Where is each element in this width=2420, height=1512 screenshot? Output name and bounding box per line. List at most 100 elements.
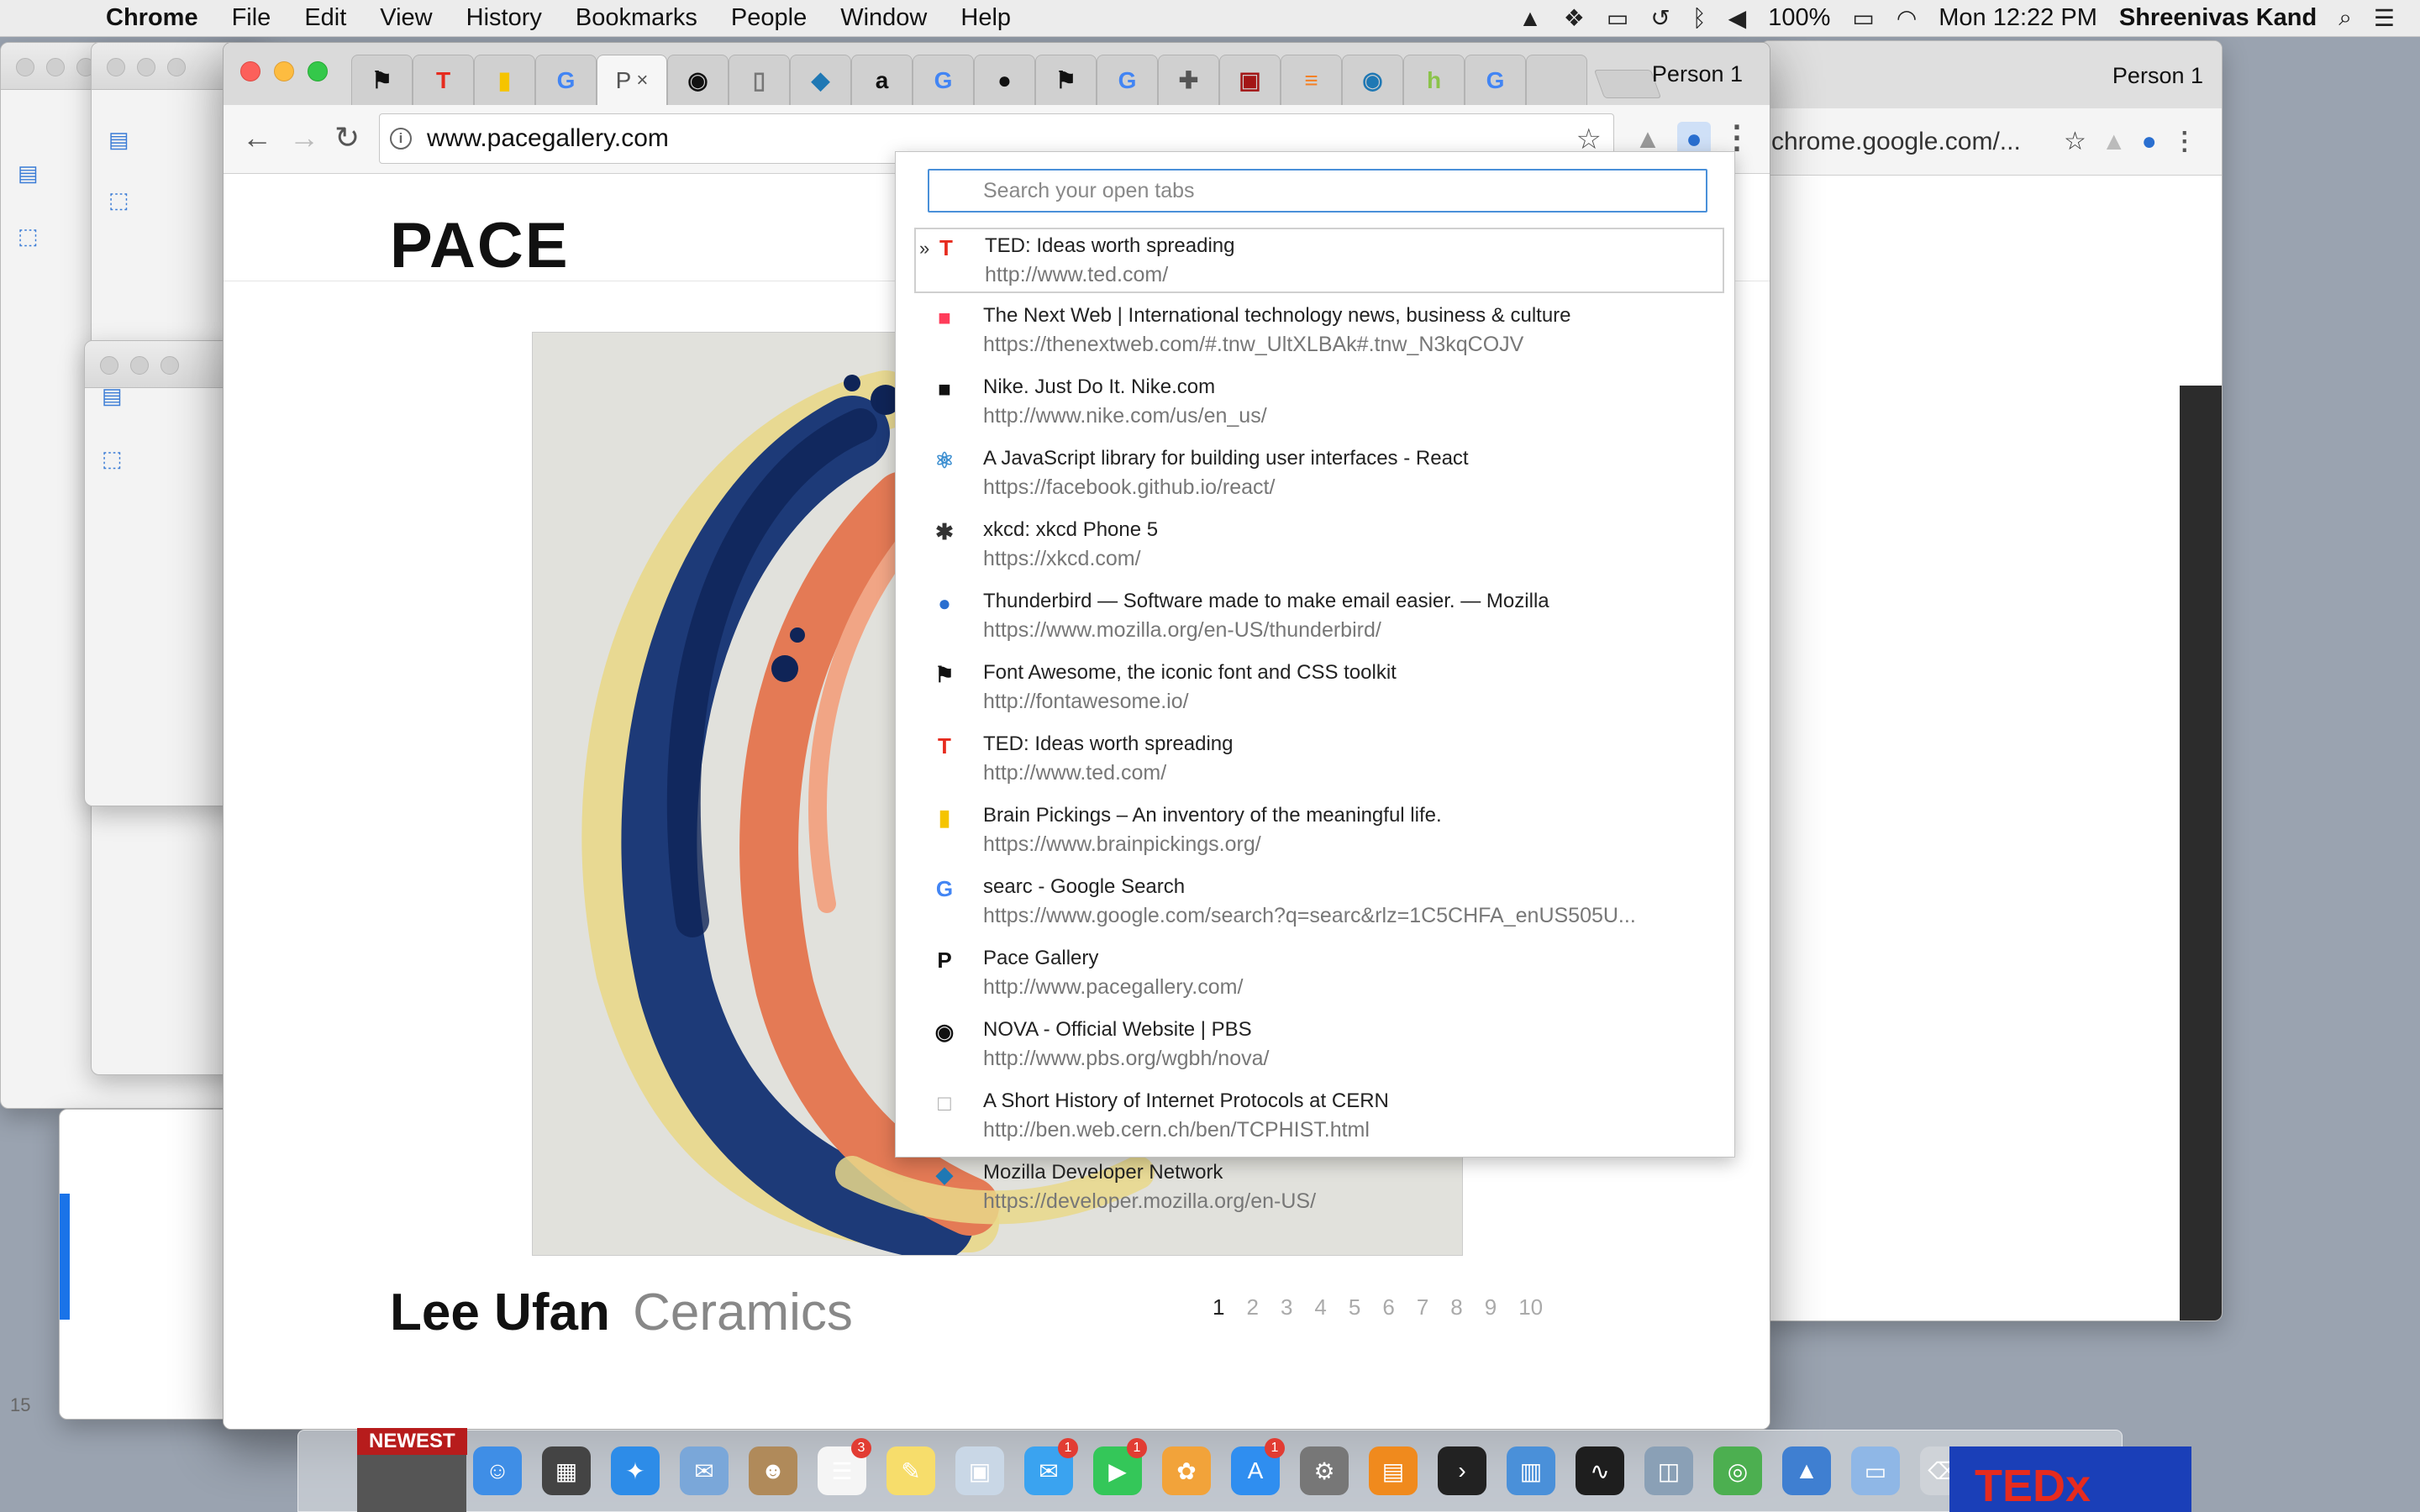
menu-view[interactable]: View — [363, 4, 449, 32]
dropbox-status-icon[interactable]: ❖ — [1564, 4, 1585, 32]
finder-icon[interactable]: ☺ — [473, 1446, 522, 1495]
app-store-icon[interactable]: A1 — [1231, 1438, 1285, 1495]
news-app-icon[interactable]: ▦ — [542, 1446, 591, 1495]
tab-search-extension-icon[interactable]: ● — [1677, 122, 1711, 155]
tab-0[interactable]: ⚑ — [351, 55, 413, 105]
tab-9[interactable]: G — [913, 55, 974, 105]
menu-edit[interactable]: Edit — [287, 4, 363, 32]
selection-tool-icon[interactable]: ⬚ — [18, 223, 39, 249]
sidebar-toggle-icon[interactable]: ▤ — [102, 383, 123, 409]
menu-file[interactable]: File — [215, 4, 288, 32]
tab-10[interactable]: ● — [974, 55, 1035, 105]
background-chrome-window[interactable]: Person 1 chrome.google.com/... ☆ ▲ ● ⋮ — [1760, 40, 2223, 1321]
tab-17[interactable]: h — [1403, 55, 1465, 105]
tab-11[interactable]: ⚑ — [1035, 55, 1097, 105]
menu-window[interactable]: Window — [823, 4, 944, 32]
terminal-icon[interactable]: › — [1438, 1446, 1486, 1495]
menubar-user[interactable]: Shreenivas Kand — [2119, 4, 2317, 32]
tab-result-item[interactable]: Gsearc - Google Search https://www.google… — [914, 870, 1724, 936]
activity-monitor-icon[interactable]: ∿ — [1576, 1446, 1624, 1495]
menu-app-chrome[interactable]: Chrome — [69, 4, 215, 32]
address-url[interactable]: www.pacegallery.com — [427, 124, 669, 153]
selection-tool-icon[interactable]: ⬚ — [102, 446, 123, 472]
tab-result-item[interactable]: ■ The Next Web | International technology… — [914, 299, 1724, 365]
tab-6[interactable]: ▯ — [729, 55, 790, 105]
contacts-icon[interactable]: ☻ — [749, 1446, 797, 1495]
page-link-10[interactable]: 10 — [1518, 1294, 1543, 1320]
battery-icon[interactable]: ▭ — [1852, 4, 1874, 32]
tab-result-item[interactable]: ■ Nike. Just Do It. Nike.com http://www.ni… — [914, 370, 1724, 436]
page-link-4[interactable]: 4 — [1314, 1294, 1326, 1320]
page-link-7[interactable]: 7 — [1417, 1294, 1428, 1320]
tab-2[interactable]: ▮ — [474, 55, 535, 105]
bluetooth-icon[interactable]: ᛒ — [1692, 5, 1707, 32]
mail-stamp-icon[interactable]: ✉ — [680, 1446, 729, 1495]
selection-tool-icon[interactable]: ⬚ — [108, 187, 129, 213]
background-document-window[interactable] — [59, 1109, 244, 1420]
tab-8[interactable]: a — [851, 55, 913, 105]
tab-result-item[interactable]: ⚑ Font Awesome, the iconic font and CSS t… — [914, 656, 1724, 722]
tab-13[interactable]: ✚ — [1158, 55, 1219, 105]
image-capture-icon[interactable]: ◫ — [1644, 1446, 1693, 1495]
tab-result-item[interactable]: ◆ Mozilla Developer Network https://develo… — [914, 1156, 1724, 1221]
tab-16[interactable]: ◉ — [1342, 55, 1403, 105]
page-link-8[interactable]: 8 — [1450, 1294, 1462, 1320]
safari-icon[interactable]: ✦ — [611, 1446, 660, 1495]
tab-result-item[interactable]: ● Thunderbird — Software made to make ema… — [914, 585, 1724, 650]
profile-label[interactable]: Person 1 — [1652, 61, 1743, 87]
sidebar-toggle-icon[interactable]: ▤ — [108, 127, 129, 153]
artist-name[interactable]: Lee Ufan — [390, 1284, 610, 1341]
back-arrow-icon[interactable]: ← — [242, 120, 272, 155]
keynote-chart-icon[interactable]: ▥ — [1507, 1446, 1555, 1495]
tab-12[interactable]: G — [1097, 55, 1158, 105]
tab-search-input[interactable]: Search your open tabs — [928, 169, 1707, 213]
system-preferences-icon[interactable]: ⚙ — [1300, 1446, 1349, 1495]
close-tab-icon[interactable]: × — [636, 69, 648, 92]
drive-extension-icon[interactable]: ▲ — [1631, 122, 1665, 155]
facetime-icon[interactable]: ▶ 1 — [1093, 1438, 1147, 1495]
tab-result-item[interactable]: □ A Short History of Internet Protocols a… — [914, 1084, 1724, 1150]
tab-result-item[interactable]: ✱ xkcd: xkcd Phone 5 https://xkcd.com/ — [914, 513, 1724, 579]
ibooks-icon[interactable]: ▤ — [1369, 1446, 1418, 1495]
tab-1[interactable]: T — [413, 55, 474, 105]
vlc-status-icon[interactable]: ▲ — [1518, 5, 1542, 32]
background-profile-label[interactable]: Person 1 — [2112, 63, 2203, 89]
tab-result-item[interactable]: ▮ Brain Pickings – An inventory of the me… — [914, 799, 1724, 864]
chrome-icon[interactable]: ◎ — [1713, 1446, 1762, 1495]
tab-result-item[interactable]: ◉ NOVA - Official Website | PBS http://www… — [914, 1013, 1724, 1079]
forward-arrow-icon[interactable]: → — [289, 120, 319, 155]
page-link-6[interactable]: 6 — [1382, 1294, 1394, 1320]
menu-history[interactable]: History — [450, 4, 559, 32]
menu-bookmarks[interactable]: Bookmarks — [559, 4, 714, 32]
tab-active[interactable]: P × — [597, 55, 667, 105]
tab-result-item[interactable]: ⚛ A JavaScript library for building user … — [914, 442, 1724, 507]
reload-icon[interactable]: ↻ — [334, 120, 360, 155]
spotlight-search-icon[interactable]: ⌕ — [2338, 4, 2352, 32]
volume-icon[interactable]: ◀ — [1728, 4, 1747, 32]
bookmark-star-icon[interactable]: ☆ — [2064, 127, 2086, 156]
page-link-3[interactable]: 3 — [1281, 1294, 1292, 1320]
tab-5[interactable]: ◉ — [667, 55, 729, 105]
keynote-icon[interactable]: ▲ — [1782, 1446, 1831, 1495]
newest-thumbnail[interactable]: NEWEST — [357, 1428, 467, 1512]
menu-help[interactable]: Help — [944, 4, 1028, 32]
tab-7[interactable]: ◆ — [790, 55, 851, 105]
tab-19[interactable] — [1526, 55, 1587, 105]
background-omnibox[interactable]: chrome.google.com/... ☆ ▲ ● ⋮ — [1761, 108, 2222, 176]
tab-result-item[interactable]: » T TED: Ideas worth spreading http://www.t… — [914, 228, 1724, 293]
site-info-icon[interactable]: i — [390, 128, 412, 150]
menu-people[interactable]: People — [714, 4, 823, 32]
close-window-button[interactable] — [240, 61, 260, 81]
messages-icon[interactable]: ✉ 1 — [1024, 1438, 1078, 1495]
tab-search-extension-icon[interactable]: ● — [2142, 128, 2157, 156]
folder-icon[interactable]: ▭ — [1851, 1446, 1900, 1495]
wifi-icon[interactable]: ◠ — [1897, 4, 1917, 32]
minimize-window-button[interactable] — [274, 61, 294, 81]
page-link-2[interactable]: 2 — [1246, 1294, 1258, 1320]
chrome-menu-icon[interactable]: ⋮ — [2172, 127, 2197, 156]
drive-extension-icon[interactable]: ▲ — [2102, 128, 2127, 156]
tab-15[interactable]: ≡ — [1281, 55, 1342, 105]
tedx-thumbnail[interactable]: TEDx — [1949, 1446, 2191, 1512]
notes-icon[interactable]: ✎ — [886, 1446, 935, 1495]
page-link-5[interactable]: 5 — [1349, 1294, 1360, 1320]
